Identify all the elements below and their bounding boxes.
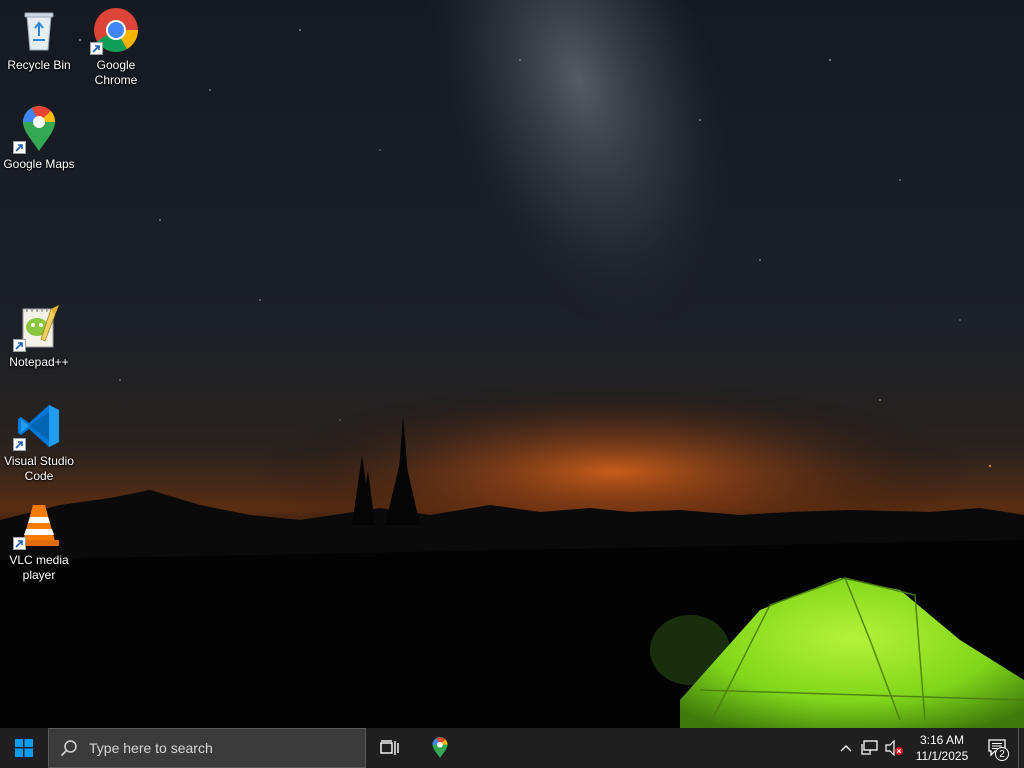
start-button[interactable]: [0, 728, 48, 768]
taskbar-app-google-maps[interactable]: [416, 728, 464, 768]
desktop-icon-visual-studio-code[interactable]: Visual Studio Code: [1, 402, 77, 484]
google-chrome-icon: [90, 6, 140, 55]
vlc-cone-icon: [13, 501, 63, 550]
chevron-up-icon[interactable]: [834, 728, 858, 768]
desktop-icon-recycle-bin[interactable]: Recycle Bin: [1, 6, 77, 73]
taskbar: Type here to search 3:16 AM 11/1/2025 2: [0, 728, 1024, 768]
shortcut-arrow-icon: [13, 339, 26, 352]
windows-logo-icon: [15, 739, 33, 757]
desktop-icon-label: Google Maps: [3, 157, 75, 171]
search-icon: [49, 739, 89, 757]
desktop-icon-label: Notepad++: [9, 355, 69, 369]
shortcut-arrow-icon: [13, 438, 26, 451]
desktop-icon-label: Visual Studio Code: [4, 454, 74, 483]
desktop-icon-google-maps[interactable]: Google Maps: [1, 105, 77, 172]
task-view-icon: [380, 740, 399, 755]
wallpaper-image: [0, 0, 1024, 728]
task-view-button[interactable]: [366, 728, 414, 768]
desktop-icon-google-chrome[interactable]: Google Chrome: [78, 6, 154, 88]
clock-time: 3:16 AM: [919, 733, 965, 747]
search-placeholder: Type here to search: [89, 740, 213, 756]
desktop-icon-label: Google Chrome: [94, 58, 138, 87]
notification-count-badge: 2: [995, 747, 1009, 761]
shortcut-arrow-icon: [13, 537, 26, 550]
action-center-button[interactable]: 2: [978, 728, 1018, 768]
google-maps-icon: [13, 105, 63, 154]
clock[interactable]: 3:16 AM 11/1/2025: [906, 728, 978, 768]
desktop-icon-label: Recycle Bin: [7, 58, 71, 72]
desktop-icon-label: VLC media player: [9, 553, 69, 582]
desktop: Recycle Bin Google Chrome Google Maps No…: [0, 0, 1024, 728]
search-input[interactable]: Type here to search: [48, 728, 366, 768]
system-tray: 3:16 AM 11/1/2025 2: [834, 728, 1024, 768]
clock-date: 11/1/2025: [915, 749, 969, 763]
volume-muted-icon[interactable]: [882, 728, 906, 768]
recycle-bin-icon: [15, 6, 63, 54]
notepad-plus-plus-icon: [13, 303, 63, 352]
google-maps-icon: [432, 737, 448, 758]
desktop-icon-vlc-media-player[interactable]: VLC media player: [1, 501, 77, 583]
shortcut-arrow-icon: [13, 141, 26, 154]
desktop-icon-notepad-plus-plus[interactable]: Notepad++: [1, 303, 77, 370]
visual-studio-code-icon: [13, 402, 63, 451]
show-desktop-button[interactable]: [1018, 728, 1024, 768]
shortcut-arrow-icon: [90, 42, 103, 55]
network-icon[interactable]: [858, 728, 882, 768]
